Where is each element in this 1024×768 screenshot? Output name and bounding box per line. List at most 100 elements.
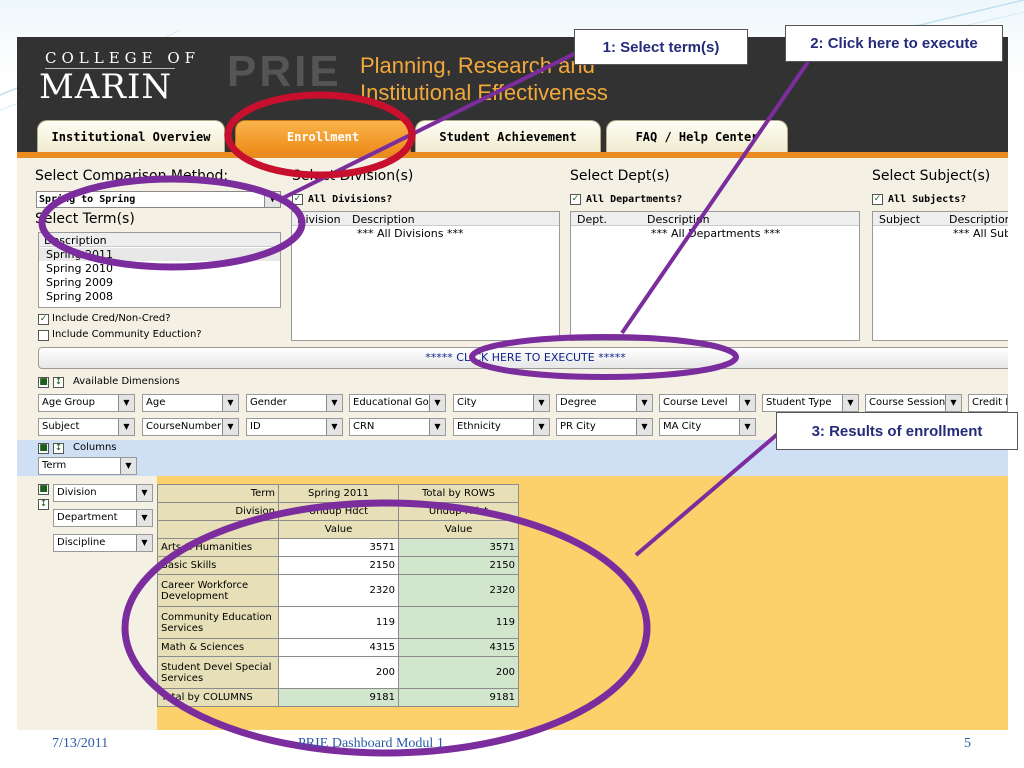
chevron-down-icon[interactable]: ▼ [326,419,342,435]
division-all-row[interactable]: *** All Divisions *** [357,227,463,240]
dimensions-sort-icon[interactable]: ↕ [53,377,64,388]
dim-age-label: Age [146,397,166,408]
chevron-down-icon[interactable]: ▼ [429,419,445,435]
column-field-term[interactable]: Term ▼ [38,457,137,475]
chevron-down-icon[interactable]: ▼ [533,395,549,411]
dim-crn[interactable]: CRN ▼ [349,418,446,436]
chevron-down-icon[interactable]: ▼ [136,510,152,526]
chevron-down-icon[interactable]: ▼ [120,458,136,474]
dimensions-collapse-icon[interactable]: ■ [38,377,49,388]
grid-measure-total: Undup Hdct [398,502,519,521]
row-label[interactable]: Community Education Services [157,606,279,639]
dim-course-number[interactable]: CourseNumber ▼ [142,418,239,436]
tab-student-achievement[interactable]: Student Achievement [415,120,601,152]
term-option-spring-2009[interactable]: Spring 2009 [39,276,113,289]
dim-degree-label: Degree [560,397,597,408]
tab-institutional-overview[interactable]: Institutional Overview [37,120,225,152]
rows-collapse-icon[interactable]: ■ [38,484,49,495]
tab-faq-help-center[interactable]: FAQ / Help Center [606,120,788,152]
chevron-down-icon[interactable]: ▼ [326,395,342,411]
chevron-down-icon[interactable]: ▼ [945,395,961,411]
row-field-discipline[interactable]: Discipline ▼ [53,534,153,552]
term-option-spring-2010[interactable]: Spring 2010 [39,262,113,275]
row-field-department[interactable]: Department ▼ [53,509,153,527]
dim-educational-goal[interactable]: Educational Goal ▼ [349,394,446,412]
row-label[interactable]: Career Workforce Development [157,574,279,607]
chevron-down-icon[interactable]: ▼ [264,192,280,207]
cred-checkbox-label: Include Cred/Non-Cred? [52,313,171,324]
chevron-down-icon[interactable]: ▼ [118,419,134,435]
subject-all-row[interactable]: *** All Sub [953,227,1008,240]
dim-student-type[interactable]: Student Type ▼ [762,394,859,412]
dim-pr-city[interactable]: PR City ▼ [556,418,653,436]
dim-gender[interactable]: Gender ▼ [246,394,343,412]
division-list[interactable]: Division Description *** All Divisions *… [291,211,560,341]
grid-col-total-rows[interactable]: Total by ROWS [398,484,519,503]
row-label[interactable]: Arts & Humanities [157,538,279,557]
footer-page-number: 5 [964,736,971,751]
grid-expand-controls[interactable] [157,520,279,539]
total-label: Total by COLUMNS [157,688,279,707]
all-subjects-checkbox[interactable]: ✓ [872,194,883,205]
row-label[interactable]: Basic Skills [157,556,279,575]
dim-ma-city-label: MA City [663,421,702,432]
term-option-spring-2011[interactable]: Spring 2011 [39,248,280,261]
cell-total: 4315 [398,638,519,657]
term-option-spring-2008[interactable]: Spring 2008 [39,290,113,303]
columns-collapse-icon[interactable]: ■ [38,443,49,454]
row-label[interactable]: Math & Sciences [157,638,279,657]
dim-course-level[interactable]: Course Level ▼ [659,394,756,412]
chevron-down-icon[interactable]: ▼ [222,395,238,411]
chevron-down-icon[interactable]: ▼ [842,395,858,411]
chevron-down-icon[interactable]: ▼ [222,419,238,435]
tab-enrollment[interactable]: Enrollment [235,120,411,152]
chevron-down-icon[interactable]: ▼ [136,485,152,501]
dim-course-session[interactable]: Course Session ▼ [865,394,962,412]
table-row: Math & Sciences 4315 4315 [157,638,519,657]
table-row: Arts & Humanities 3571 3571 [157,538,519,557]
cell-total: 119 [398,606,519,639]
chevron-down-icon[interactable]: ▼ [739,395,755,411]
dim-id[interactable]: ID ▼ [246,418,343,436]
comparison-method-select[interactable]: Spring to Spring ▼ [36,191,281,208]
community-checkbox[interactable] [38,330,49,341]
term-listbox[interactable]: Description Spring 2011 Spring 2010 Spri… [38,232,281,308]
grid-col-spring-2011[interactable]: Spring 2011 [278,484,399,503]
dim-ethnicity[interactable]: Ethnicity ▼ [453,418,550,436]
chevron-down-icon[interactable]: ▼ [429,395,445,411]
total-total: 9181 [398,688,519,707]
dept-col-header: Dept. [577,213,608,226]
dim-age[interactable]: Age ▼ [142,394,239,412]
dim-ethnicity-label: Ethnicity [457,421,501,432]
rows-sort-icon[interactable]: ↕ [38,499,49,510]
available-dimensions-label: Available Dimensions [73,376,180,387]
chevron-down-icon[interactable]: ▼ [533,419,549,435]
cred-checkbox[interactable]: ✓ [38,314,49,325]
columns-label: Columns [73,442,117,453]
dept-list[interactable]: Dept. Description *** All Departments **… [570,211,860,341]
grid-division-header: Division [157,502,279,521]
footer-title: PRIE Dashboard Modul 1 [298,736,444,751]
dim-credit-flag[interactable]: Credit F [968,394,1008,412]
chevron-down-icon[interactable]: ▼ [739,419,755,435]
columns-sort-icon[interactable]: ↕ [53,443,64,454]
dim-degree[interactable]: Degree ▼ [556,394,653,412]
chevron-down-icon[interactable]: ▼ [636,419,652,435]
chevron-down-icon[interactable]: ▼ [136,535,152,551]
dim-age-group[interactable]: Age Group ▼ [38,394,135,412]
row-label[interactable]: Student Devel Special Services [157,656,279,689]
chevron-down-icon[interactable]: ▼ [118,395,134,411]
execute-button[interactable]: ***** CLICK HERE TO EXECUTE ***** [38,347,1008,369]
table-row: Community Education Services 119 119 [157,606,519,639]
row-field-division[interactable]: Division ▼ [53,484,153,502]
dept-desc-header: Description [647,213,710,226]
dim-city[interactable]: City ▼ [453,394,550,412]
dept-all-row[interactable]: *** All Departments *** [651,227,780,240]
chevron-down-icon[interactable]: ▼ [636,395,652,411]
dim-ma-city[interactable]: MA City ▼ [659,418,756,436]
all-divisions-checkbox[interactable]: ✓ [292,194,303,205]
all-departments-checkbox[interactable]: ✓ [570,194,581,205]
term-list-header: Description [39,233,280,247]
subject-list[interactable]: Subject Description *** All Sub [872,211,1008,341]
dim-subject[interactable]: Subject ▼ [38,418,135,436]
